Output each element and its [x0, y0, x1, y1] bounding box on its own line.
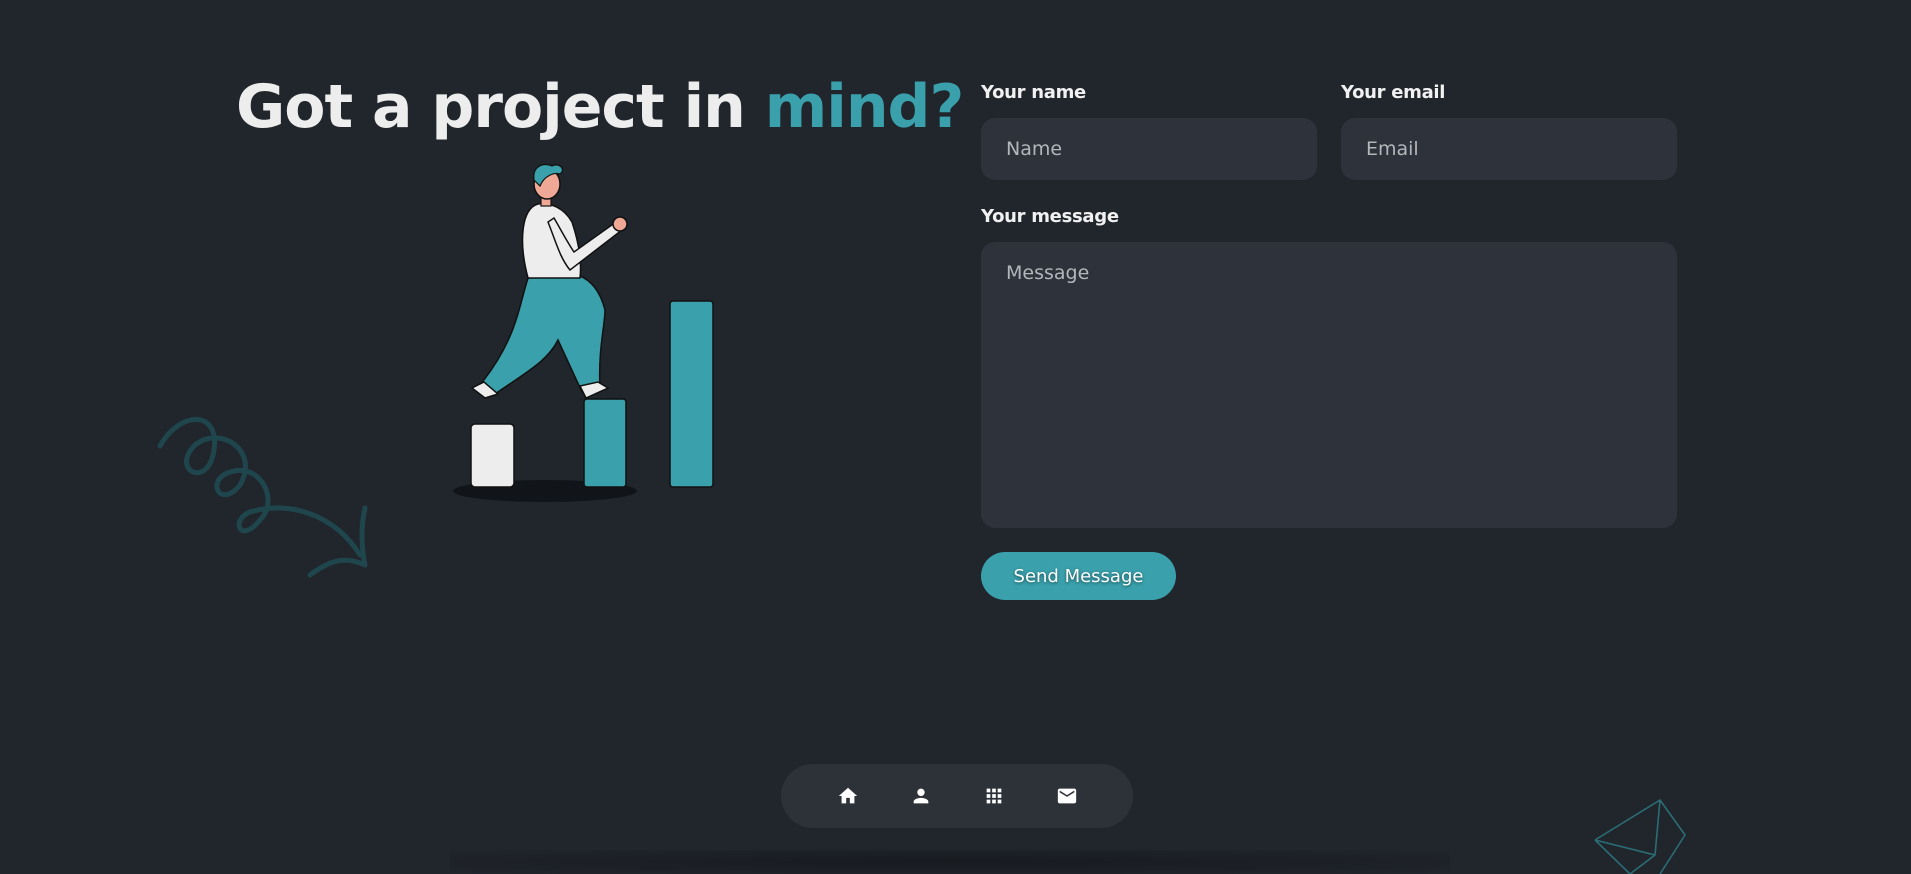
bottom-nav: [781, 764, 1133, 828]
page-title: Got a project in mind?: [236, 72, 965, 142]
message-label: Your message: [981, 206, 1119, 227]
home-icon: [838, 787, 857, 804]
mail-icon: [1057, 788, 1076, 804]
message-textarea[interactable]: [981, 242, 1677, 528]
nav-home[interactable]: [826, 774, 870, 818]
nav-about[interactable]: [899, 774, 943, 818]
title-accent: mind?: [764, 72, 965, 142]
nav-contact[interactable]: [1045, 774, 1089, 818]
paper-plane-decoration: [1594, 799, 1686, 874]
title-main: Got a project in: [236, 72, 765, 142]
name-input[interactable]: [981, 118, 1317, 180]
contact-section: Got a project in mind? Your name Your em…: [0, 0, 1911, 874]
send-message-button[interactable]: Send Message: [981, 552, 1176, 600]
email-label: Your email: [1341, 82, 1446, 103]
email-input[interactable]: [1341, 118, 1677, 180]
bottom-shadow-decoration: [450, 850, 1450, 874]
nav-projects[interactable]: [972, 774, 1016, 818]
person-icon: [913, 788, 928, 804]
grid-icon: [986, 788, 1001, 804]
squiggle-arrow-decoration: [157, 417, 368, 578]
name-label: Your name: [981, 82, 1086, 103]
climbing-person-illustration: [453, 163, 714, 502]
